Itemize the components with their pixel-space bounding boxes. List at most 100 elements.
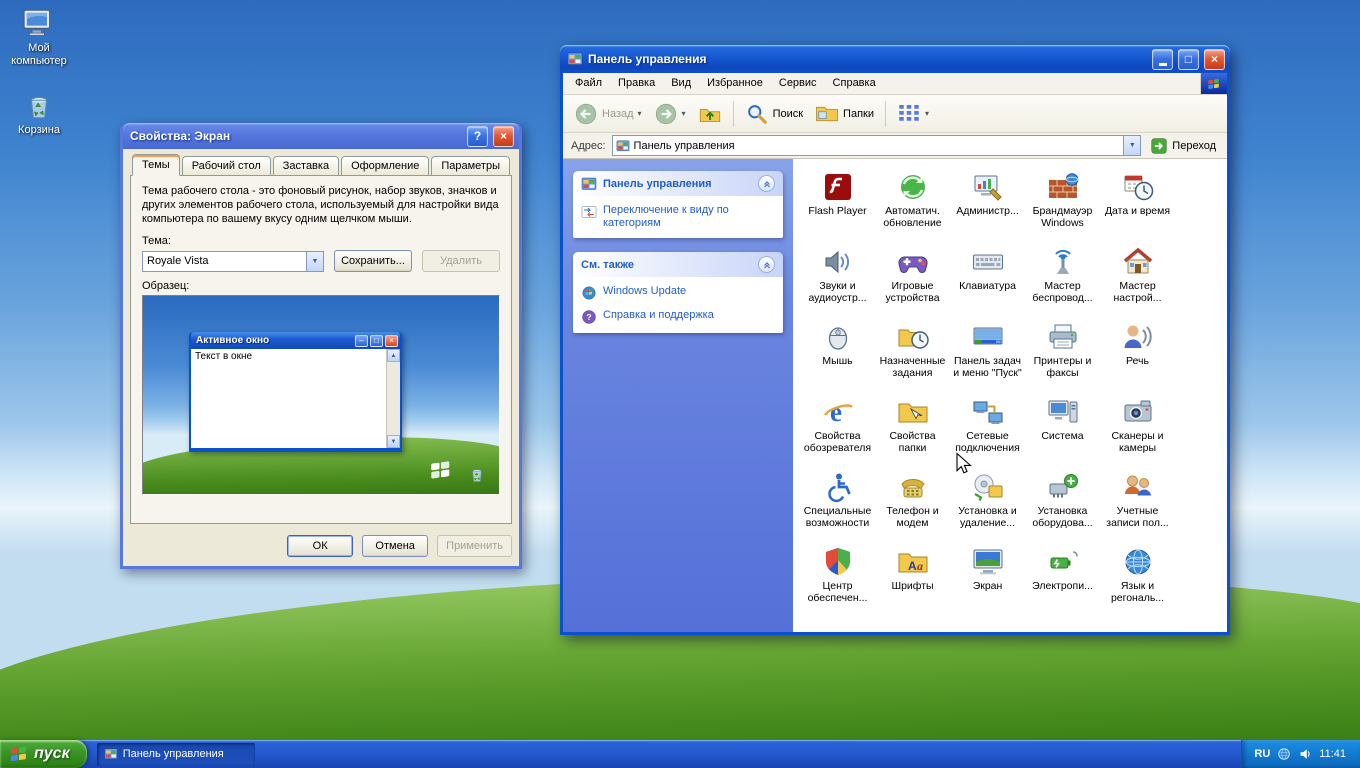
sidebar-box2-header[interactable]: См. также <box>573 252 783 277</box>
cp-item-game[interactable]: Игровые устройства <box>875 244 950 319</box>
sidebar-link-help-and-support[interactable]: ? Справка и поддержка <box>581 309 775 325</box>
control-panel-window: Панель управления □ × Файл Правка Вид Избра… <box>560 45 1230 635</box>
tab-screensaver[interactable]: Заставка <box>272 156 340 176</box>
theme-select[interactable]: Royale Vista ▼ <box>142 250 324 272</box>
cp-item-admin[interactable]: Администр... <box>950 169 1025 244</box>
cp-item-security[interactable]: Центр обеспечен... <box>800 544 875 619</box>
language-indicator[interactable]: RU <box>1254 748 1270 760</box>
cp-item-addhw[interactable]: Установка оборудова... <box>1025 469 1100 544</box>
apply-button[interactable]: Применить <box>437 535 512 557</box>
toolbar: Назад ▾ ▾ Поиск Папки ▾ <box>563 95 1227 133</box>
cp-item-taskbarmenu[interactable]: Панель задач и меню "Пуск" <box>950 319 1025 394</box>
cp-item-folderopt[interactable]: Свойства папки <box>875 394 950 469</box>
help-button[interactable]: ? <box>467 125 488 147</box>
go-button[interactable]: Переход <box>1147 137 1219 155</box>
cp-item-label: Свойства обозревателя <box>803 430 872 454</box>
sidebar-box1-title: Панель управления <box>603 177 712 190</box>
window-titlebar[interactable]: Панель управления □ × <box>560 45 1230 73</box>
close-button[interactable]: × <box>1204 48 1225 70</box>
sidebar-link-switch-to-category-view[interactable]: Переключение к виду по категориям <box>581 204 775 230</box>
menu-bar: Файл Правка Вид Избранное Сервис Справка <box>563 73 1227 95</box>
views-button[interactable]: ▾ <box>892 99 934 129</box>
search-button[interactable]: Поиск <box>740 99 808 129</box>
go-label: Переход <box>1172 139 1216 152</box>
theme-preview: Активное окно – □ × Текст в окне ▲ ▼ <box>142 295 500 495</box>
network-tray-icon[interactable] <box>1277 747 1291 761</box>
forward-button[interactable]: ▾ <box>649 99 691 129</box>
up-button[interactable] <box>693 99 727 129</box>
cp-item-flash[interactable]: Flash Player <box>800 169 875 244</box>
address-bar: Адрес: Панель управления ▼ Переход <box>563 133 1227 159</box>
preview-maximize-icon: □ <box>370 334 383 347</box>
chevron-down-icon[interactable]: ▼ <box>306 251 323 271</box>
windows-flag-icon <box>9 744 29 764</box>
address-dropdown-button[interactable]: ▼ <box>1123 136 1141 155</box>
system-tray: RU 11:41 <box>1241 740 1360 768</box>
cp-item-inet[interactable]: e Свойства обозревателя <box>800 394 875 469</box>
sidebar-link-windows-update[interactable]: Windows Update <box>581 285 775 301</box>
ok-button[interactable]: ОК <box>287 535 354 557</box>
volume-tray-icon[interactable] <box>1298 747 1312 761</box>
cp-item-camera[interactable]: Сканеры и камеры <box>1100 394 1175 469</box>
cp-item-users[interactable]: Учетные записи пол... <box>1100 469 1175 544</box>
dialog-titlebar[interactable]: Свойства: Экран ? × <box>123 123 519 149</box>
cp-item-label: Экран <box>972 580 1003 592</box>
cp-item-phone[interactable]: Телефон и модем <box>875 469 950 544</box>
cp-item-mouse[interactable]: Мышь <box>800 319 875 394</box>
tab-themes[interactable]: Темы <box>132 154 180 176</box>
menu-item-favorites[interactable]: Избранное <box>699 73 771 94</box>
cp-item-regional[interactable]: Язык и регональ... <box>1100 544 1175 619</box>
cp-item-sounds[interactable]: Звуки и аудиоустр... <box>800 244 875 319</box>
tab-settings[interactable]: Параметры <box>431 156 510 176</box>
window-content: Панель управления Переключение к виду по… <box>563 159 1227 632</box>
desktop-icon-my-computer[interactable]: Мой компьютер <box>0 6 78 68</box>
collapse-chevron-icon[interactable] <box>758 175 775 192</box>
toolbar-separator <box>732 100 734 127</box>
cp-item-update[interactable]: Автоматич. обновление <box>875 169 950 244</box>
menu-item-help[interactable]: Справка <box>825 73 884 94</box>
tab-appearance[interactable]: Оформление <box>341 156 430 176</box>
cp-item-label: Сетевые подключения <box>955 430 1020 454</box>
cp-item-firewall[interactable]: Брандмауэр Windows <box>1025 169 1100 244</box>
menu-item-edit[interactable]: Правка <box>610 73 663 94</box>
start-label: пуск <box>34 745 70 762</box>
cp-item-speech[interactable]: Речь <box>1100 319 1175 394</box>
maximize-button[interactable]: □ <box>1178 48 1199 70</box>
cp-item-system[interactable]: Система <box>1025 394 1100 469</box>
close-button[interactable]: × <box>493 125 514 147</box>
delete-button[interactable]: Удалить <box>422 250 500 272</box>
cp-item-label: Дата и время <box>1104 205 1171 217</box>
cp-item-netconn[interactable]: Сетевые подключения <box>950 394 1025 469</box>
chevron-down-icon: ▾ <box>924 109 929 118</box>
address-input[interactable]: Панель управления ▼ <box>611 135 1142 156</box>
cp-item-fonts[interactable]: Aa Шрифты <box>875 544 950 619</box>
collapse-chevron-icon[interactable] <box>758 256 775 273</box>
admin-icon <box>972 171 1004 203</box>
cp-item-power[interactable]: Электропи... <box>1025 544 1100 619</box>
save-as-button[interactable]: Сохранить... <box>334 250 412 272</box>
cp-item-wireless[interactable]: Мастер беспровод... <box>1025 244 1100 319</box>
cp-item-netwizard[interactable]: Мастер настрой... <box>1100 244 1175 319</box>
regional-icon <box>1122 546 1154 578</box>
cp-item-access[interactable]: Специальные возможности <box>800 469 875 544</box>
cp-item-display[interactable]: Экран <box>950 544 1025 619</box>
tab-desktop[interactable]: Рабочий стол <box>181 156 271 176</box>
desktop-icon-recycle-bin[interactable]: Корзина <box>0 88 78 137</box>
menu-item-view[interactable]: Вид <box>663 73 699 94</box>
windows-flag-icon <box>1207 77 1221 91</box>
cp-item-keyboard[interactable]: Клавиатура <box>950 244 1025 319</box>
cp-item-printers[interactable]: Принтеры и факсы <box>1025 319 1100 394</box>
taskbar-item-control-panel[interactable]: Панель управления <box>96 742 255 766</box>
minimize-button[interactable] <box>1152 48 1173 70</box>
folders-button[interactable]: Папки <box>810 99 879 129</box>
back-button[interactable]: Назад ▾ <box>569 99 647 129</box>
cp-item-tasks[interactable]: Назначенные задания <box>875 319 950 394</box>
menu-item-tools[interactable]: Сервис <box>771 73 825 94</box>
menu-item-file[interactable]: Файл <box>567 73 610 94</box>
cp-item-datetime[interactable]: Дата и время <box>1100 169 1175 244</box>
sidebar-box1-header[interactable]: Панель управления <box>573 171 783 196</box>
cp-item-addremove[interactable]: Установка и удаление... <box>950 469 1025 544</box>
start-button[interactable]: пуск <box>0 740 87 768</box>
cancel-button[interactable]: Отмена <box>362 535 429 557</box>
taskbar: пуск Панель управления RU 11:41 <box>0 740 1360 768</box>
